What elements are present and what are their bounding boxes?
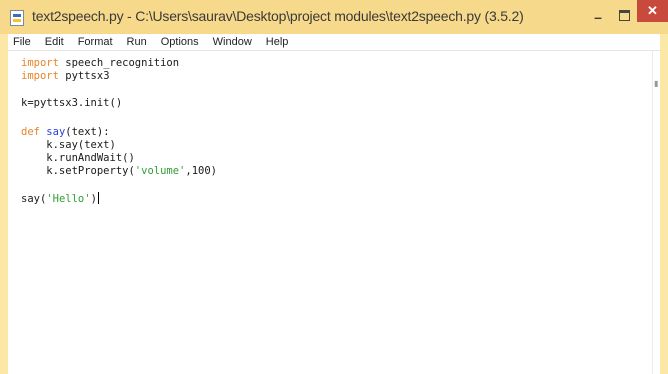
code-line: k.say(text)	[21, 139, 116, 152]
code-line: import pyttsx3	[21, 70, 110, 83]
string-literal: 'Hello'	[46, 193, 91, 205]
keyword: import	[21, 70, 59, 82]
title-bar[interactable]: text2speech.py - C:\Users\saurav\Desktop…	[0, 0, 668, 34]
text-cursor	[97, 192, 99, 204]
menu-run[interactable]: Run	[120, 36, 154, 48]
code-text: k.setProperty(	[21, 165, 135, 177]
code-text: k.say(text)	[21, 139, 116, 151]
maximize-icon	[618, 9, 630, 21]
string-literal: 'volume'	[134, 165, 186, 177]
menu-options[interactable]: Options	[154, 36, 206, 48]
code-line: import speech_recognition	[21, 57, 179, 70]
code-text: speech_recognition	[58, 57, 180, 69]
code-text: ,100)	[185, 165, 217, 177]
menu-window[interactable]: Window	[206, 36, 259, 48]
keyword: def	[21, 126, 40, 138]
function-name: say	[46, 126, 66, 138]
code-line: k.runAndWait()	[21, 152, 135, 165]
keyword: import	[21, 57, 59, 69]
code-text: k.runAndWait()	[21, 152, 135, 164]
minimize-button[interactable]: –	[585, 4, 611, 30]
window-title: text2speech.py - C:\Users\saurav\Desktop…	[32, 8, 524, 24]
code-text: (text):	[65, 126, 110, 138]
window-border	[660, 34, 668, 374]
code-text: pyttsx3	[58, 70, 110, 82]
code-text: say(	[21, 193, 47, 205]
code-text: )	[90, 193, 97, 205]
menu-help[interactable]: Help	[259, 36, 296, 48]
maximize-button[interactable]	[612, 2, 636, 28]
code-line: k=pyttsx3.init()	[21, 97, 122, 110]
menu-bar: File Edit Format Run Options Window Help	[8, 34, 660, 51]
code-line: say('Hello')	[21, 192, 99, 206]
scroll-arrow-icon: ▮	[654, 79, 659, 88]
menu-format[interactable]: Format	[71, 36, 120, 48]
menu-file[interactable]: File	[8, 36, 38, 48]
menu-edit[interactable]: Edit	[38, 36, 71, 48]
code-line: k.setProperty('volume',100)	[21, 165, 217, 178]
idle-editor-window: text2speech.py - C:\Users\saurav\Desktop…	[0, 0, 668, 374]
code-line: def say(text):	[21, 126, 110, 139]
python-file-icon	[10, 10, 24, 26]
code-editor[interactable]: import speech_recognition import pyttsx3…	[8, 51, 652, 374]
close-button[interactable]: ✕	[637, 0, 668, 22]
code-text: k=pyttsx3.init()	[21, 97, 123, 109]
